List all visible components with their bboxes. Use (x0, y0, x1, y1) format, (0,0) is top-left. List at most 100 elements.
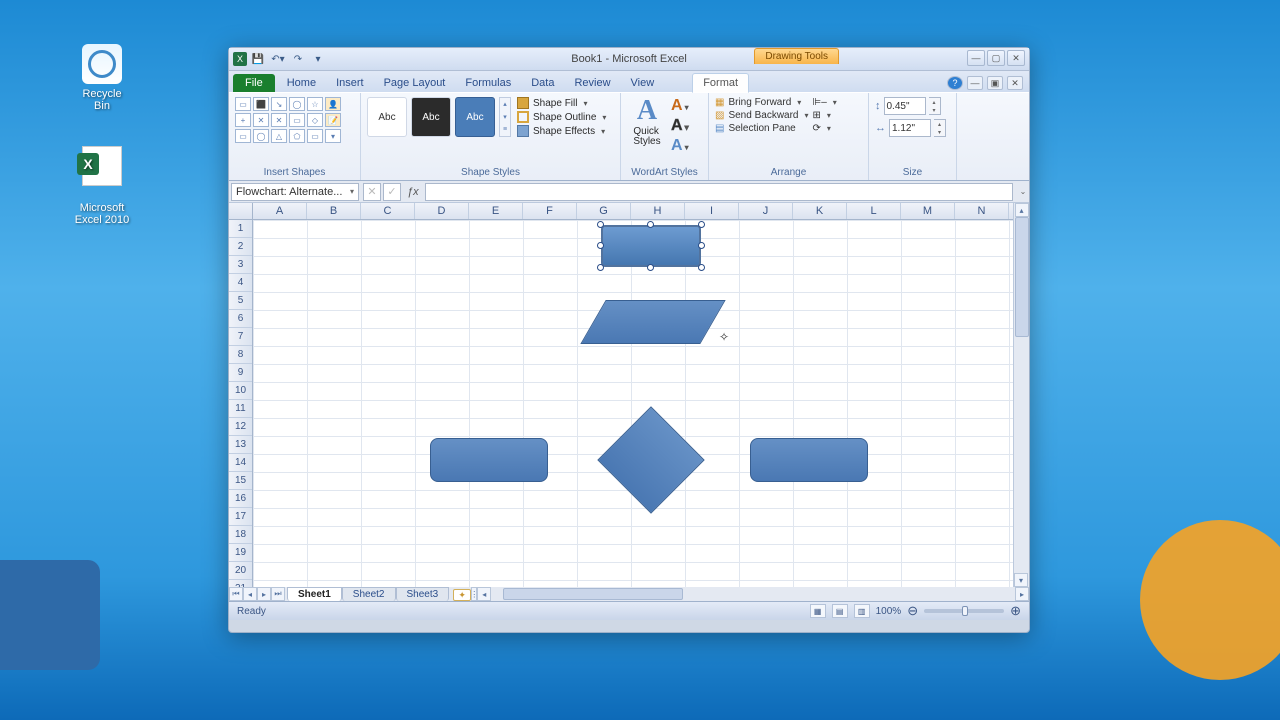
select-all-corner[interactable] (229, 203, 253, 220)
scroll-down-button[interactable]: ▾ (1014, 573, 1028, 587)
send-backward-button[interactable]: ▨Send Backward▾ (715, 110, 809, 121)
doc-restore-button[interactable]: ▣ (987, 76, 1003, 90)
sheet-tab-3[interactable]: Sheet3 (396, 587, 450, 601)
cancel-formula-button[interactable]: ✕ (363, 183, 381, 201)
row-header-17[interactable]: 17 (229, 508, 252, 526)
worksheet-grid[interactable]: ABCDEFGHIJKLMN 1234567891011121314151617… (229, 203, 1029, 601)
text-fill-icon[interactable]: A▾ (671, 97, 689, 115)
view-page-layout-button[interactable]: ▤ (832, 604, 848, 618)
col-header-I[interactable]: I (685, 203, 739, 219)
close-button[interactable]: ✕ (1007, 50, 1025, 66)
bring-forward-button[interactable]: ▦Bring Forward▾ (715, 97, 809, 108)
zoom-percent[interactable]: 100% (876, 606, 902, 617)
formula-bar[interactable] (425, 183, 1013, 201)
zoom-out-button[interactable]: ⊖ (907, 603, 918, 619)
col-header-G[interactable]: G (577, 203, 631, 219)
sheet-nav-first[interactable]: ⏮ (229, 587, 243, 601)
tab-formulas[interactable]: Formulas (455, 74, 521, 92)
row-header-3[interactable]: 3 (229, 256, 252, 274)
col-header-E[interactable]: E (469, 203, 523, 219)
col-header-D[interactable]: D (415, 203, 469, 219)
hscroll-left-button[interactable]: ◂ (477, 587, 491, 601)
sheet-tab-1[interactable]: Sheet1 (287, 587, 342, 601)
qat-save-button[interactable]: 💾 (249, 50, 267, 68)
shape-effects-button[interactable]: Shape Effects▾ (517, 125, 606, 137)
shape-style-3[interactable]: Abc (455, 97, 495, 137)
minimize-button[interactable]: — (967, 50, 985, 66)
tab-format[interactable]: Format (692, 73, 749, 93)
row-header-16[interactable]: 16 (229, 490, 252, 508)
tab-data[interactable]: Data (521, 74, 564, 92)
app-icon[interactable]: X (233, 52, 247, 66)
align-button[interactable]: ⊫– ▾ (813, 97, 837, 108)
hscroll-track[interactable] (493, 588, 1013, 600)
text-effects-icon[interactable]: A▾ (671, 137, 689, 155)
maximize-button[interactable]: ▢ (987, 50, 1005, 66)
row-header-10[interactable]: 10 (229, 382, 252, 400)
insert-shapes-gallery[interactable]: ▭⬛↘◯☆👤 +✕✕▭◇📝 ▭◯△⬠▭▾ (235, 97, 354, 143)
quick-styles-button[interactable]: A Quick Styles (627, 97, 667, 147)
qat-customize[interactable]: ▾ (309, 50, 327, 68)
col-header-H[interactable]: H (631, 203, 685, 219)
shape-style-more[interactable]: ▴▾≡ (499, 97, 511, 137)
tab-view[interactable]: View (621, 74, 665, 92)
row-header-13[interactable]: 13 (229, 436, 252, 454)
flowchart-process-right[interactable] (750, 438, 868, 482)
col-header-A[interactable]: A (253, 203, 307, 219)
flowchart-process-left[interactable] (430, 438, 548, 482)
col-header-N[interactable]: N (955, 203, 1009, 219)
tab-insert[interactable]: Insert (326, 74, 374, 92)
desktop-recycle-bin[interactable]: Recycle Bin (74, 44, 130, 112)
col-header-L[interactable]: L (847, 203, 901, 219)
doc-close-button[interactable]: ✕ (1007, 76, 1023, 90)
shape-width-input[interactable]: ↔ 1.12" ▴▾ (875, 119, 950, 137)
help-button[interactable]: ? (947, 76, 963, 90)
col-header-K[interactable]: K (793, 203, 847, 219)
name-box[interactable]: Flowchart: Alternate... ▾ (231, 183, 359, 201)
row-header-14[interactable]: 14 (229, 454, 252, 472)
group-button[interactable]: ⊞ ▾ (813, 110, 837, 121)
sheet-tab-2[interactable]: Sheet2 (342, 587, 396, 601)
qat-redo-button[interactable]: ↷ (289, 50, 307, 68)
row-header-4[interactable]: 4 (229, 274, 252, 292)
row-header-19[interactable]: 19 (229, 544, 252, 562)
scroll-up-button[interactable]: ▴ (1015, 203, 1029, 217)
selection-pane-button[interactable]: ▤Selection Pane (715, 123, 809, 134)
row-header-8[interactable]: 8 (229, 346, 252, 364)
row-header-7[interactable]: 7 (229, 328, 252, 346)
col-header-M[interactable]: M (901, 203, 955, 219)
row-header-20[interactable]: 20 (229, 562, 252, 580)
text-outline-icon[interactable]: A▾ (671, 117, 689, 135)
enter-formula-button[interactable]: ✓ (383, 183, 401, 201)
row-header-18[interactable]: 18 (229, 526, 252, 544)
row-header-9[interactable]: 9 (229, 364, 252, 382)
sheet-nav-next[interactable]: ▸ (257, 587, 271, 601)
shape-outline-button[interactable]: Shape Outline▾ (517, 111, 606, 123)
column-headers[interactable]: ABCDEFGHIJKLMN (253, 203, 1013, 220)
row-header-11[interactable]: 11 (229, 400, 252, 418)
desktop-excel-shortcut[interactable]: Microsoft Excel 2010 (74, 134, 130, 226)
shape-style-2[interactable]: Abc (411, 97, 451, 137)
flowchart-alternate-process-selected[interactable] (601, 225, 701, 267)
view-normal-button[interactable]: ▦ (810, 604, 826, 618)
row-header-6[interactable]: 6 (229, 310, 252, 328)
row-header-2[interactable]: 2 (229, 238, 252, 256)
col-header-J[interactable]: J (739, 203, 793, 219)
hscroll-right-button[interactable]: ▸ (1015, 587, 1029, 601)
qat-undo-button[interactable]: ↶▾ (269, 50, 287, 68)
insert-worksheet-button[interactable]: ✦ (453, 589, 471, 601)
sheet-nav-last[interactable]: ⏭ (271, 587, 285, 601)
row-header-15[interactable]: 15 (229, 472, 252, 490)
col-header-B[interactable]: B (307, 203, 361, 219)
view-page-break-button[interactable]: ▥ (854, 604, 870, 618)
fx-icon[interactable]: ƒx (407, 186, 419, 198)
rotate-button[interactable]: ⟳ ▾ (813, 123, 837, 134)
zoom-in-button[interactable]: ⊕ (1010, 603, 1021, 619)
row-header-1[interactable]: 1 (229, 220, 252, 238)
row-headers[interactable]: 123456789101112131415161718192021 (229, 220, 253, 587)
vscroll-thumb[interactable] (1015, 217, 1029, 337)
shape-style-1[interactable]: Abc (367, 97, 407, 137)
shape-fill-button[interactable]: Shape Fill▾ (517, 97, 606, 109)
row-header-5[interactable]: 5 (229, 292, 252, 310)
tab-home[interactable]: Home (277, 74, 326, 92)
